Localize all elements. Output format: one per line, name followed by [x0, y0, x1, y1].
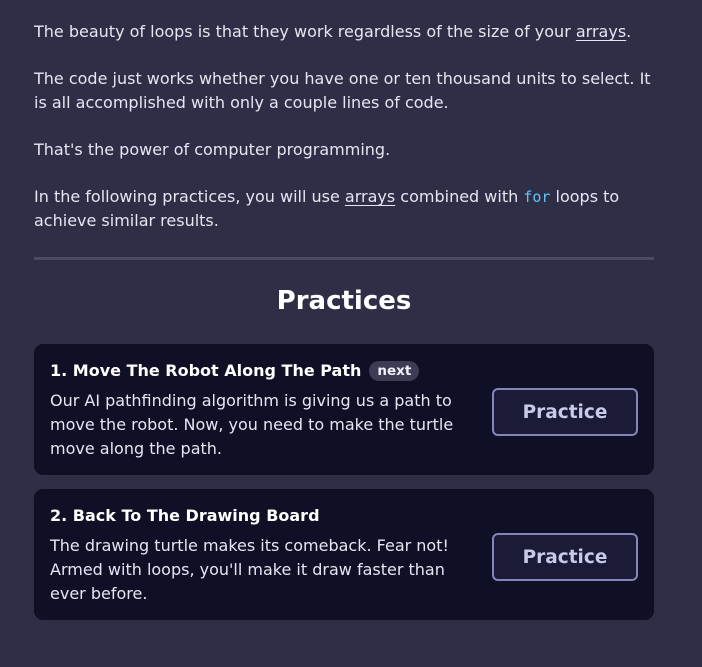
practice-description: The drawing turtle makes its comeback. F… — [50, 536, 449, 603]
practice-card-header: 1. Move The Robot Along The Path next — [50, 361, 475, 381]
intro-paragraph-4: In the following practices, you will use… — [34, 162, 654, 233]
intro-text: . — [626, 22, 632, 41]
intro-text: The beauty of loops is that they work re… — [34, 22, 576, 41]
arrays-link[interactable]: arrays — [345, 187, 395, 206]
next-badge: next — [369, 361, 420, 381]
practice-card: 1. Move The Robot Along The Path next Ou… — [34, 344, 654, 475]
intro-paragraph-1: The beauty of loops is that they work re… — [34, 0, 654, 44]
practice-title: 1. Move The Robot Along The Path — [50, 361, 362, 380]
practice-button[interactable]: Practice — [492, 533, 638, 581]
intro-paragraph-2: The code just works whether you have one… — [34, 69, 651, 112]
practices-list: 1. Move The Robot Along The Path next Ou… — [34, 344, 654, 620]
intro-text: In the following practices, you will use — [34, 187, 345, 206]
practice-card-body: 1. Move The Robot Along The Path next Ou… — [50, 358, 475, 461]
for-keyword-code: for — [523, 188, 551, 206]
intro-text: combined with — [395, 187, 524, 206]
arrays-link[interactable]: arrays — [576, 22, 626, 41]
section-divider — [34, 257, 654, 260]
intro-paragraph-3: That's the power of computer programming… — [34, 140, 391, 159]
practice-card: 2. Back To The Drawing Board The drawing… — [34, 489, 654, 620]
practice-button[interactable]: Practice — [492, 388, 638, 436]
practice-card-body: 2. Back To The Drawing Board The drawing… — [50, 503, 475, 606]
lesson-page: The beauty of loops is that they work re… — [0, 0, 702, 667]
lesson-content: The beauty of loops is that they work re… — [34, 0, 654, 620]
practice-description: Our AI pathfinding algorithm is giving u… — [50, 391, 454, 458]
practice-card-header: 2. Back To The Drawing Board — [50, 506, 475, 526]
practices-heading: Practices — [276, 286, 412, 316]
practice-title: 2. Back To The Drawing Board — [50, 506, 320, 525]
